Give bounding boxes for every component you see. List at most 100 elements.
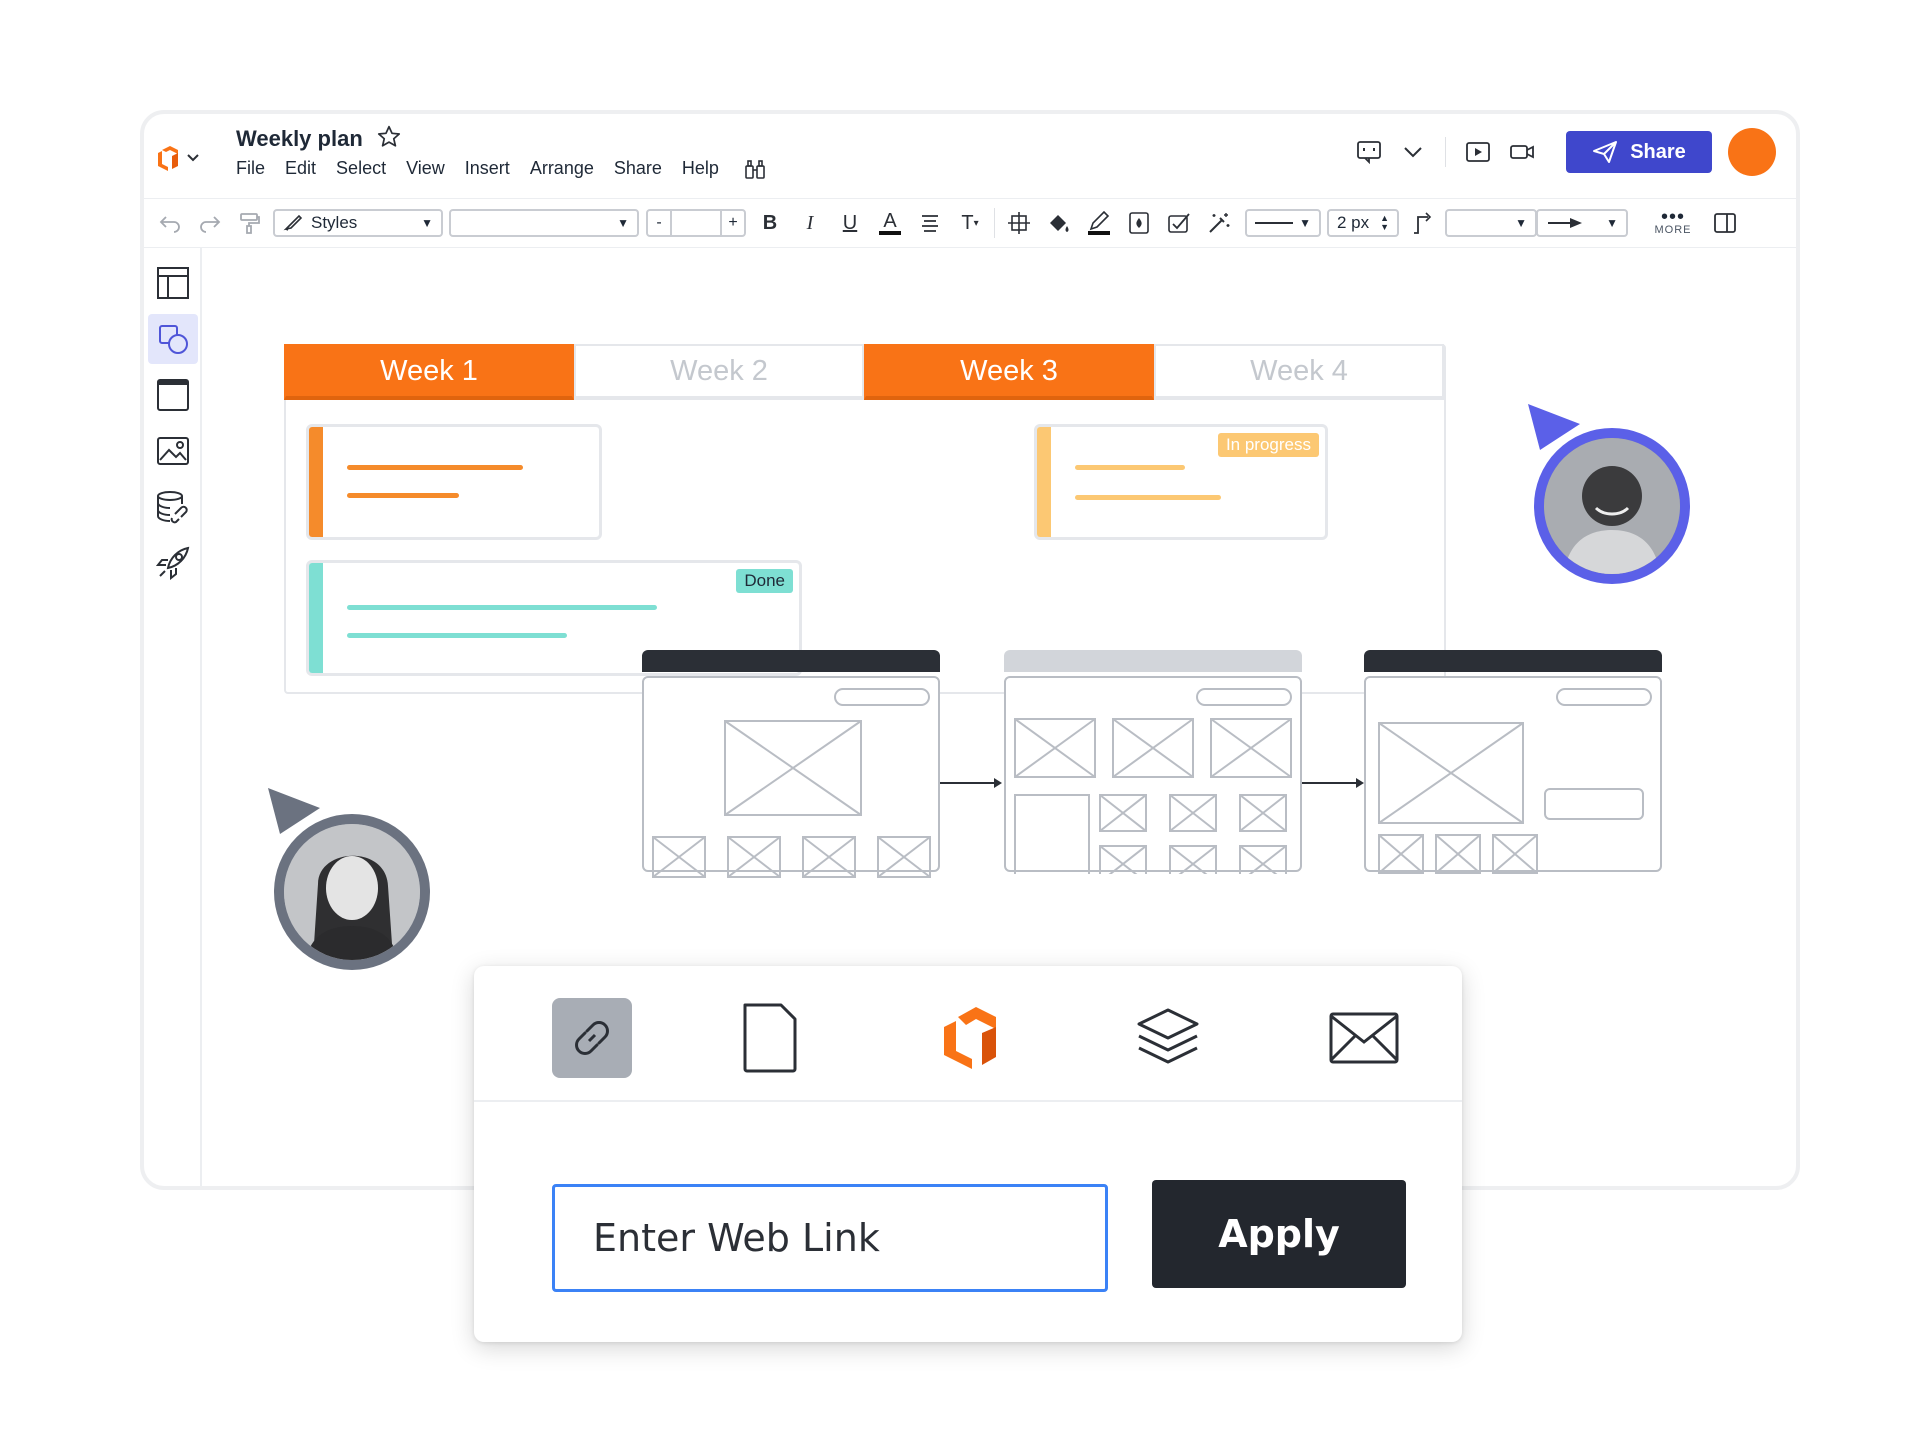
search-placeholder xyxy=(1196,688,1292,706)
layers-icon[interactable] xyxy=(1128,998,1208,1078)
text-placeholder-line xyxy=(347,465,523,470)
arrow-end-icon xyxy=(1548,218,1582,228)
week-3-header[interactable]: Week 3 xyxy=(864,344,1154,400)
wireframe-screen[interactable] xyxy=(1364,650,1662,874)
favorite-star-icon[interactable] xyxy=(376,124,402,155)
rocket-icon[interactable] xyxy=(148,538,198,588)
task-card[interactable] xyxy=(306,424,602,540)
feature-find-icon[interactable] xyxy=(743,158,767,187)
text-options-button[interactable]: T ▾ xyxy=(950,203,990,243)
font-size-value[interactable] xyxy=(672,211,720,235)
wireframe-screen[interactable] xyxy=(1004,650,1302,874)
line-style-select[interactable]: ▼ xyxy=(1245,209,1321,237)
share-button[interactable]: Share xyxy=(1566,131,1712,173)
style-select[interactable]: Styles ▼ xyxy=(273,209,443,237)
text-options-label: T xyxy=(961,211,974,234)
frame-icon[interactable] xyxy=(148,370,198,420)
flow-arrow xyxy=(940,778,1002,788)
undo-icon[interactable] xyxy=(150,203,190,243)
week-header: Week 1 Week 2 Week 3 Week 4 xyxy=(284,344,1444,400)
brush-icon xyxy=(283,214,303,231)
arrow-end-select[interactable]: ▼ xyxy=(1536,209,1628,237)
wireframe-body xyxy=(642,676,940,878)
divider xyxy=(994,208,995,238)
mail-icon[interactable] xyxy=(1324,998,1404,1078)
waypoint-icon[interactable] xyxy=(1402,203,1442,243)
app-menu-button[interactable] xyxy=(154,140,210,176)
web-link-input[interactable] xyxy=(552,1184,1108,1292)
conditional-format-icon[interactable] xyxy=(1159,203,1199,243)
person-avatar-icon xyxy=(284,824,420,960)
user-avatar[interactable] xyxy=(1728,128,1776,176)
card-color-bar xyxy=(309,563,323,673)
caret-down-icon: ▼ xyxy=(1515,216,1527,230)
apply-button[interactable]: Apply xyxy=(1152,1180,1406,1288)
menu-insert[interactable]: Insert xyxy=(465,158,510,187)
format-toolbar: Styles ▼ ▼ - + B I U A T ▾ ▼ 2 px ▲ ▼ ▼ … xyxy=(144,198,1796,248)
menu-select[interactable]: Select xyxy=(336,158,386,187)
magic-wand-icon[interactable] xyxy=(1199,203,1239,243)
arrow-start-select[interactable]: ▼ xyxy=(1445,209,1537,237)
align-icon[interactable] xyxy=(910,203,950,243)
menu-edit[interactable]: Edit xyxy=(285,158,316,187)
status-badge: In progress xyxy=(1217,433,1319,457)
link-icon[interactable] xyxy=(552,998,632,1078)
shapes-icon[interactable] xyxy=(148,314,198,364)
caret-down-icon: ▼ xyxy=(1606,216,1618,230)
increase-font-button[interactable]: + xyxy=(720,211,744,235)
stepper-arrows-icon: ▲ ▼ xyxy=(1380,213,1389,232)
menu-view[interactable]: View xyxy=(406,158,445,187)
chevron-down-icon[interactable] xyxy=(1391,132,1435,172)
send-icon xyxy=(1593,141,1618,163)
lucid-icon[interactable] xyxy=(930,998,1010,1078)
menu-file[interactable]: File xyxy=(236,158,265,187)
caret-down-icon: ▾ xyxy=(973,217,979,229)
caret-down-icon: ▼ xyxy=(617,216,629,230)
style-select-label: Styles xyxy=(311,213,358,232)
text-placeholder-line xyxy=(1075,465,1185,470)
week-1-header[interactable]: Week 1 xyxy=(284,344,574,400)
video-call-icon[interactable] xyxy=(1500,132,1544,172)
decrease-font-button[interactable]: - xyxy=(648,211,672,235)
chevron-down-icon xyxy=(187,154,199,162)
line-style-icon xyxy=(1255,222,1293,224)
more-button[interactable]: ••• MORE xyxy=(1649,207,1697,236)
week-2-header[interactable]: Week 2 xyxy=(574,344,864,400)
redo-icon[interactable] xyxy=(190,203,230,243)
templates-icon[interactable] xyxy=(148,258,198,308)
search-placeholder xyxy=(1556,688,1652,706)
menu-share[interactable]: Share xyxy=(614,158,662,187)
more-label: MORE xyxy=(1654,224,1692,236)
shape-options-icon[interactable] xyxy=(999,203,1039,243)
wireframe-screen[interactable] xyxy=(642,650,940,878)
menu-bar: File Edit Select View Insert Arrange Sha… xyxy=(236,158,767,187)
week-4-header[interactable]: Week 4 xyxy=(1154,344,1444,400)
task-card-in-progress[interactable]: In progress xyxy=(1034,424,1328,540)
format-painter-icon[interactable] xyxy=(230,203,270,243)
menu-help[interactable]: Help xyxy=(682,158,719,187)
menu-arrange[interactable]: Arrange xyxy=(530,158,594,187)
font-select[interactable]: ▼ xyxy=(449,209,639,237)
panel-toggle-icon[interactable] xyxy=(1705,203,1745,243)
line-color-swatch xyxy=(1088,231,1110,235)
line-width-select[interactable]: 2 px ▲ ▼ xyxy=(1327,209,1399,237)
underline-button[interactable]: U xyxy=(830,203,870,243)
document-title[interactable]: Weekly plan xyxy=(236,126,363,152)
text-placeholder-line xyxy=(347,633,567,638)
opacity-icon[interactable] xyxy=(1119,203,1159,243)
image-icon[interactable] xyxy=(148,426,198,476)
image-placeholder-icon xyxy=(1378,722,1524,824)
italic-button[interactable]: I xyxy=(790,203,830,243)
wireframe-body xyxy=(1364,676,1662,874)
present-icon[interactable] xyxy=(1456,132,1500,172)
bold-button[interactable]: B xyxy=(750,203,790,243)
line-color-icon[interactable] xyxy=(1079,203,1119,243)
fill-icon[interactable] xyxy=(1039,203,1079,243)
font-color-button[interactable]: A xyxy=(870,203,910,243)
flow-arrow xyxy=(1302,778,1364,788)
comments-icon[interactable] xyxy=(1347,132,1391,172)
document-icon[interactable] xyxy=(730,998,810,1078)
button-placeholder xyxy=(1544,788,1644,820)
data-link-icon[interactable] xyxy=(148,482,198,532)
link-type-tabs xyxy=(474,966,1462,1102)
